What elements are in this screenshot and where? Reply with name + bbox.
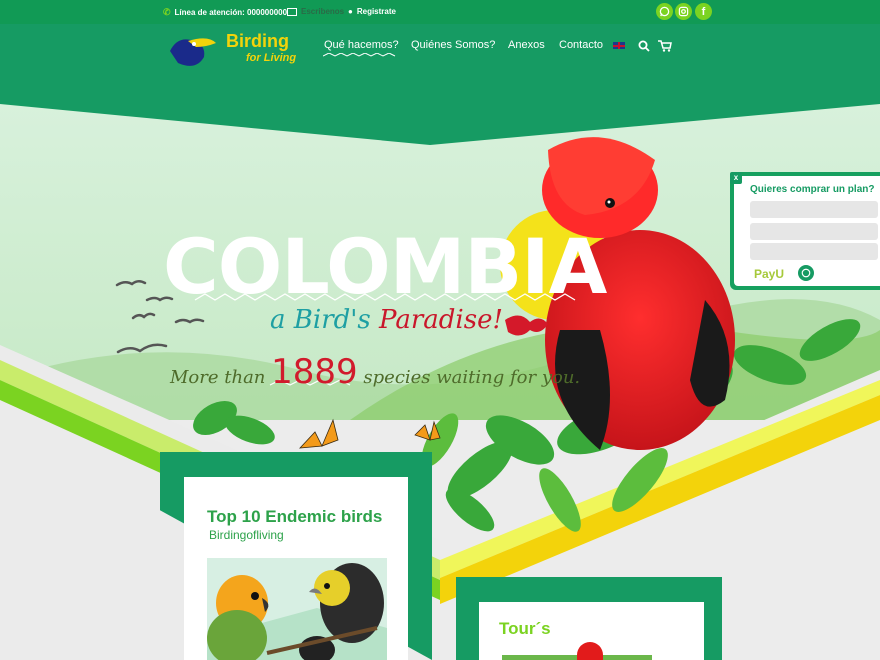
hero-subtitle-a: a Bird's <box>270 305 371 335</box>
register-link[interactable]: ● Registrate <box>348 7 396 16</box>
nav-que-hacemos[interactable]: Qué hacemos? <box>324 39 399 51</box>
card-endemic-subtitle: Birdingofliving <box>209 528 284 542</box>
phone-field[interactable] <box>750 243 878 260</box>
instagram-icon[interactable] <box>675 3 692 20</box>
card-endemic-title[interactable]: Top 10 Endemic birds <box>207 507 382 527</box>
purchase-panel-title: Quieres comprar un plan? <box>750 184 875 195</box>
brand-line2: for Living <box>246 52 297 64</box>
brand-line1: Birding <box>226 31 289 51</box>
close-icon: x <box>733 173 739 182</box>
user-icon: ● <box>348 7 353 16</box>
main-header: Birding for Living Qué hacemos? Quiénes … <box>0 24 880 104</box>
email-field[interactable] <box>750 223 878 240</box>
hotline-text: Línea de atención: 000000000 <box>174 8 288 17</box>
hero-title: COLOMBIA <box>163 222 607 311</box>
name-field[interactable] <box>750 201 878 218</box>
phone-icon: ✆ <box>163 7 171 17</box>
tagline-number: 1889 <box>271 352 358 392</box>
hero-subtitle-b: Paradise! <box>379 305 503 335</box>
panel-close-button[interactable]: x <box>730 172 742 184</box>
hero-tagline: More than 1889 species waiting for you. <box>170 352 580 392</box>
email-link-text: Escribenos <box>301 7 345 16</box>
tagline-pre: More than <box>170 367 266 388</box>
whatsapp-chat-icon[interactable] <box>798 265 814 281</box>
card-tours[interactable]: Tour´s <box>479 602 704 660</box>
nav-quienes-somos[interactable]: Quiénes Somos? <box>411 39 495 51</box>
uk-flag-icon[interactable] <box>613 42 625 49</box>
nav-active-underline <box>323 53 396 57</box>
site-logo[interactable]: Birding for Living <box>166 31 298 71</box>
hotline[interactable]: ✆ Línea de atención: 000000000 <box>163 7 287 18</box>
nav-anexos[interactable]: Anexos <box>508 39 545 51</box>
mail-icon <box>287 7 297 16</box>
cart-icon[interactable] <box>658 40 672 52</box>
search-icon[interactable] <box>638 40 650 52</box>
tours-image-bird <box>577 642 603 660</box>
top-bar: ✆ Línea de atención: 000000000 Escribeno… <box>0 0 880 24</box>
register-text: Registrate <box>356 7 396 16</box>
tagline-post: species waiting for you. <box>363 367 581 388</box>
payu-logo: PayU <box>754 267 785 281</box>
whatsapp-icon[interactable] <box>656 3 673 20</box>
facebook-icon[interactable]: f <box>695 3 712 20</box>
purchase-panel: Quieres comprar un plan? PayU x <box>730 172 880 290</box>
hero-subtitle: a Bird's Paradise! <box>270 305 503 335</box>
parrots-image <box>207 558 387 660</box>
card-endemic-birds[interactable]: Top 10 Endemic birds Birdingofliving <box>184 477 408 660</box>
card-tours-title[interactable]: Tour´s <box>499 619 551 639</box>
email-link[interactable]: Escribenos <box>287 7 344 16</box>
toucan-logo-icon <box>170 38 216 66</box>
nav-contacto[interactable]: Contacto <box>559 39 603 51</box>
purchase-panel-body: Quieres comprar un plan? PayU <box>734 176 880 286</box>
